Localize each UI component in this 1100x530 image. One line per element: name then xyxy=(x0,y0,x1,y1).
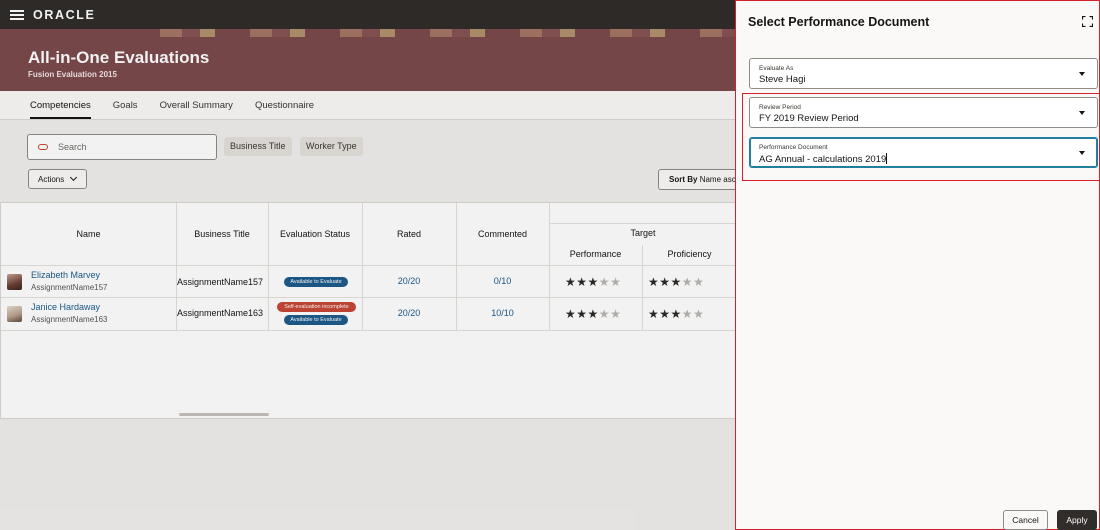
apply-button[interactable]: Apply xyxy=(1057,510,1097,530)
expand-icon[interactable] xyxy=(1082,16,1093,27)
dropdown-arrow-icon xyxy=(1079,111,1085,115)
evaluate-as-label: Evaluate As xyxy=(759,65,794,72)
drawer-title: Select Performance Document xyxy=(748,15,930,29)
review-period-label: Review Period xyxy=(759,104,801,111)
modal-backdrop[interactable] xyxy=(0,0,736,530)
performance-document-value: AG Annual - calculations 2019 xyxy=(759,154,887,165)
select-performance-document-drawer: Select Performance Document Evaluate As … xyxy=(735,0,1100,530)
cancel-button[interactable]: Cancel xyxy=(1003,510,1048,530)
dropdown-arrow-icon xyxy=(1079,72,1085,76)
performance-document-label: Performance Document xyxy=(759,144,828,151)
text-cursor xyxy=(886,153,888,164)
evaluate-as-select[interactable]: Evaluate As Steve Hagi xyxy=(749,58,1098,89)
dropdown-arrow-icon xyxy=(1079,151,1085,155)
evaluate-as-value: Steve Hagi xyxy=(759,74,806,85)
review-period-value: FY 2019 Review Period xyxy=(759,113,859,124)
review-period-select[interactable]: Review Period FY 2019 Review Period xyxy=(749,97,1098,128)
performance-document-select[interactable]: Performance Document AG Annual - calcula… xyxy=(749,137,1098,168)
